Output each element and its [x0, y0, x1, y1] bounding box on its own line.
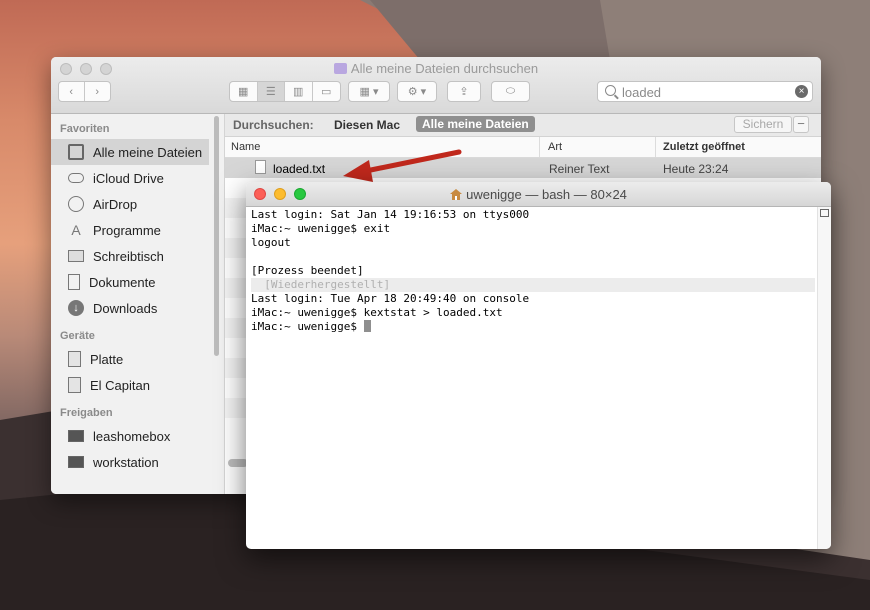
file-name: loaded.txt: [273, 162, 326, 176]
terminal-window: uwenigge — bash — 80×24 Last login: Sat …: [246, 182, 831, 549]
sidebar-header-devices: Geräte: [60, 330, 95, 342]
terminal-title: uwenigge — bash — 80×24: [246, 187, 831, 202]
terminal-cursor: [363, 320, 371, 332]
all-files-icon: [68, 144, 84, 160]
applications-icon: A: [71, 222, 81, 238]
terminal-line: [Prozess beendet]: [251, 264, 364, 277]
chevron-left-icon: ‹: [69, 85, 74, 98]
icon-view-button[interactable]: ▦: [230, 82, 258, 101]
sidebar-item-workstation[interactable]: workstation: [51, 449, 224, 475]
finder-title: Alle meine Dateien durchsuchen: [51, 61, 821, 76]
cloud-icon: [68, 173, 84, 183]
documents-icon: [68, 274, 80, 290]
share-icon: ⇪: [459, 86, 469, 98]
sidebar-item-dokumente[interactable]: Dokumente: [51, 269, 224, 295]
disk-icon: [68, 351, 81, 367]
search-scope-bar: Durchsuchen: Diesen Mac Alle meine Datei…: [225, 114, 821, 137]
desktop-icon: [68, 250, 84, 262]
action-button[interactable]: ⚙ ▾: [397, 81, 437, 102]
remove-criteria-button[interactable]: −: [793, 116, 809, 133]
sidebar-item-all-my-files[interactable]: Alle meine Dateien: [51, 139, 209, 165]
scope-this-mac[interactable]: Diesen Mac: [334, 118, 400, 132]
list-icon: ☰: [265, 86, 276, 98]
sidebar-item-leashomebox[interactable]: leashomebox: [51, 423, 224, 449]
terminal-titlebar: uwenigge — bash — 80×24: [246, 182, 831, 207]
sidebar-item-programme[interactable]: A Programme: [51, 217, 224, 243]
restored-marker: [Wiederhergestellt]: [251, 278, 815, 292]
sidebar-scrollbar[interactable]: [214, 116, 219, 356]
sidebar-item-downloads[interactable]: ↓ Downloads: [51, 295, 224, 321]
scope-label: Durchsuchen:: [233, 118, 314, 132]
sidebar-header-favorites: Favoriten: [60, 123, 110, 135]
share-button[interactable]: ⇪: [447, 81, 481, 102]
computer-icon: [68, 456, 84, 468]
arrange-button[interactable]: ▦ ▾: [348, 81, 390, 102]
home-icon: [450, 189, 463, 200]
disk-icon: [68, 377, 81, 393]
annotation-arrow: [343, 149, 462, 182]
back-button[interactable]: ‹: [59, 82, 85, 101]
back-forward-control: ‹ ›: [58, 81, 111, 102]
terminal-prompt-line: iMac:~ uwenigge$: [251, 320, 815, 334]
finder-sidebar: Favoriten Alle meine Dateien iCloud Driv…: [51, 114, 225, 494]
view-mode-control: ▦ ☰ ▥ ▭: [229, 81, 341, 102]
horizontal-scrollbar[interactable]: [228, 459, 248, 467]
sidebar-item-airdrop[interactable]: AirDrop: [51, 191, 224, 217]
smart-folder-icon: [333, 63, 347, 74]
terminal-line: logout: [251, 236, 291, 249]
table-row[interactable]: loaded.txt Reiner Text Heute 23:24: [225, 158, 821, 178]
column-header-last-opened[interactable]: Zuletzt geöffnet: [663, 141, 745, 153]
file-last-opened: Heute 23:24: [663, 162, 729, 176]
terminal-line: Last login: Sat Jan 14 19:16:53 on ttys0…: [251, 208, 530, 221]
terminal-line: iMac:~ uwenigge$ kextstat > loaded.txt: [251, 306, 503, 319]
terminal-scrollbar[interactable]: [817, 207, 831, 549]
tag-icon: ⬭: [505, 85, 516, 97]
sidebar-header-shared: Freigaben: [60, 407, 113, 419]
cover-flow-button[interactable]: ▭: [313, 82, 340, 101]
columns-icon: ▥: [293, 86, 304, 98]
search-field[interactable]: loaded ×: [597, 81, 813, 102]
split-pane-icon[interactable]: [820, 209, 829, 217]
sidebar-item-schreibtisch[interactable]: Schreibtisch: [51, 243, 224, 269]
chevron-right-icon: ›: [95, 85, 100, 98]
sidebar-item-icloud-drive[interactable]: iCloud Drive: [51, 165, 224, 191]
text-file-icon: [255, 160, 266, 174]
tags-button[interactable]: ⬭: [491, 81, 530, 102]
forward-button[interactable]: ›: [85, 82, 110, 101]
finder-titlebar: Alle meine Dateien durchsuchen ‹ › ▦ ☰ ▥…: [51, 57, 821, 114]
arrange-icon: ▦ ▾: [359, 86, 379, 98]
cover-flow-icon: ▭: [321, 86, 332, 98]
computer-icon: [68, 430, 84, 442]
downloads-icon: ↓: [68, 300, 84, 316]
list-view-button[interactable]: ☰: [257, 82, 285, 101]
save-search-button[interactable]: Sichern: [734, 116, 792, 133]
column-view-button[interactable]: ▥: [285, 82, 313, 101]
clear-search-icon[interactable]: ×: [795, 85, 808, 98]
grid-icon: ▦: [238, 86, 249, 98]
search-icon: [605, 85, 616, 96]
column-header-name[interactable]: Name: [231, 141, 260, 153]
terminal-line: Last login: Tue Apr 18 20:49:40 on conso…: [251, 292, 530, 305]
column-header-row: Name Art Zuletzt geöffnet: [225, 137, 821, 158]
sidebar-item-platte[interactable]: Platte: [51, 346, 224, 372]
gear-icon: ⚙ ▾: [407, 86, 427, 98]
column-header-kind[interactable]: Art: [548, 141, 562, 153]
terminal-output[interactable]: Last login: Sat Jan 14 19:16:53 on ttys0…: [251, 208, 815, 334]
sidebar-item-el-capitan[interactable]: El Capitan: [51, 372, 224, 398]
scope-all-my-files[interactable]: Alle meine Dateien: [416, 116, 535, 132]
file-kind: Reiner Text: [549, 162, 610, 176]
search-input[interactable]: loaded: [622, 85, 661, 100]
terminal-line: iMac:~ uwenigge$ exit: [251, 222, 391, 235]
airdrop-icon: [68, 196, 84, 212]
